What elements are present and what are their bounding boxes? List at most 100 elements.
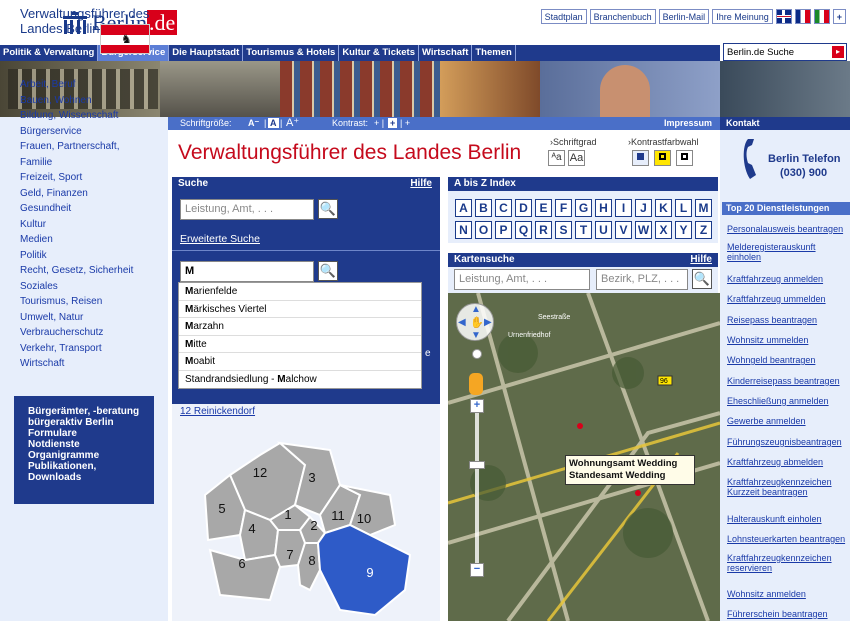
az-letter-y[interactable]: Y [675, 221, 692, 239]
nav-hauptstadt[interactable]: Die Hauptstadt [169, 45, 244, 61]
nav-tourismus[interactable]: Tourismus & Hotels [243, 45, 340, 61]
site-search-go-button[interactable]: ▸ [832, 46, 844, 58]
district-9-shape[interactable] [316, 523, 412, 617]
sidebar-item[interactable]: Bürgerservice [20, 124, 168, 140]
top-service-link[interactable]: Kraftfahrzeug ummelden [727, 294, 826, 304]
pegman-icon[interactable] [469, 373, 483, 395]
az-letter-d[interactable]: D [515, 199, 532, 217]
district-search-button[interactable]: 🔍 [318, 261, 338, 281]
impressum-link[interactable]: Impressum [664, 118, 712, 128]
map-search-button[interactable]: 🔍 [692, 269, 712, 289]
sidebar-item[interactable]: Recht, Gesetz, Sicherheit [20, 263, 168, 279]
top-service-link[interactable]: Halterauskunft einholen [727, 514, 822, 524]
kartensuche-help-link[interactable]: Hilfe [690, 254, 712, 265]
top-service-link[interactable]: Führungszeugnisbeantragen [727, 437, 842, 447]
az-letter-f[interactable]: F [555, 199, 572, 217]
district-search-input[interactable]: M [180, 261, 314, 282]
sidebar-item[interactable]: Medien [20, 232, 168, 248]
az-letter-b[interactable]: B [475, 199, 492, 217]
top-service-link[interactable]: Führerschein beantragen [727, 609, 828, 619]
top-service-link[interactable]: Kinderreisepass beantragen [727, 376, 840, 386]
sidebar-item[interactable]: Frauen, Partnerschaft, [20, 139, 168, 155]
top-service-link[interactable]: Personalausweis beantragen [727, 224, 843, 234]
az-letter-j[interactable]: J [635, 199, 652, 217]
sidebar-item[interactable]: Familie [20, 155, 168, 171]
zoom-slider-handle[interactable] [469, 461, 485, 469]
sidebar-service-item[interactable]: Organigramme [28, 450, 154, 461]
az-letter-k[interactable]: K [655, 199, 672, 217]
sidebar-item[interactable]: Gesundheit [20, 201, 168, 217]
sidebar-item[interactable]: Bauen, Wohnen [20, 93, 168, 109]
top-service-link[interactable]: Melderegisterauskunft einholen [727, 242, 847, 262]
sidebar-service-item[interactable]: Publikationen, [28, 461, 154, 472]
top-service-link[interactable]: Kraftfahrzeugkennzeichen reservieren [727, 553, 847, 573]
top-service-link[interactable]: Wohnsitz anmelden [727, 589, 806, 599]
service-search-input[interactable]: Leistung, Amt, . . . [180, 199, 314, 220]
sidebar-item[interactable]: Freizeit, Sport [20, 170, 168, 186]
zoom-out-button[interactable]: − [470, 563, 484, 577]
sidebar-item[interactable]: Tourismus, Reisen [20, 294, 168, 310]
map-district-input[interactable]: Bezirk, PLZ, . . . [596, 269, 688, 290]
font-large-button[interactable]: Aa [568, 150, 585, 166]
advanced-search-link[interactable]: Erweiterte Suche [180, 233, 260, 245]
sidebar-item[interactable]: Kultur [20, 217, 168, 233]
top-link-berlin-mail[interactable]: Berlin-Mail [658, 9, 710, 24]
az-letter-z[interactable]: Z [695, 221, 712, 239]
az-letter-p[interactable]: P [495, 221, 512, 239]
reset-view-icon[interactable] [472, 349, 482, 359]
map-service-input[interactable]: Leistung, Amt, . . . [454, 269, 590, 290]
top-link-branchenbuch[interactable]: Branchenbuch [589, 9, 656, 24]
top-service-link[interactable]: Lohnsteuerkarten beantragen [727, 534, 845, 544]
berlin-telefon-block[interactable]: Berlin Telefon (030) 900 [740, 137, 841, 193]
pan-left-icon[interactable]: ◀ [458, 317, 466, 328]
az-letter-q[interactable]: Q [515, 221, 532, 239]
italy-flag-icon[interactable] [813, 9, 830, 24]
font-size-large-button[interactable]: A⁺ [286, 116, 299, 129]
autocomplete-item[interactable]: Marzahn [179, 318, 421, 336]
pan-right-icon[interactable]: ▶ [484, 317, 492, 328]
font-size-medium-button[interactable]: A [268, 118, 279, 128]
pan-up-icon[interactable]: ▲ [471, 304, 481, 315]
autocomplete-item[interactable]: Mitte [179, 336, 421, 353]
az-letter-x[interactable]: X [655, 221, 672, 239]
berlin-districts-map[interactable]: 12 3 5 1 11 10 4 2 7 8 6 9 [200, 425, 430, 621]
service-search-button[interactable]: 🔍 [318, 199, 338, 219]
az-letter-m[interactable]: M [695, 199, 712, 217]
sidebar-item[interactable]: Geld, Finanzen [20, 186, 168, 202]
top-service-link[interactable]: Gewerbe anmelden [727, 416, 806, 426]
autocomplete-item[interactable]: Märkisches Viertel [179, 301, 421, 318]
contrast-minus-button[interactable]: | + [400, 118, 410, 128]
nav-wirtschaft[interactable]: Wirtschaft [419, 45, 473, 61]
top-service-link[interactable]: Kraftfahrzeug abmelden [727, 457, 823, 467]
top-service-link[interactable]: Reisepass beantragen [727, 315, 817, 325]
nav-kultur[interactable]: Kultur & Tickets [339, 45, 419, 61]
nav-politik[interactable]: Politik & Verwaltung [0, 45, 99, 61]
az-letter-r[interactable]: R [535, 221, 552, 239]
sidebar-item[interactable]: Soziales [20, 279, 168, 295]
az-letter-u[interactable]: U [595, 221, 612, 239]
sidebar-service-item[interactable]: Notdienste [28, 439, 154, 450]
top-link-stadtplan[interactable]: Stadtplan [540, 9, 587, 24]
sidebar-service-item[interactable]: Bürgerämter, -beratung [28, 406, 154, 417]
sidebar-item[interactable]: Verkehr, Transport [20, 341, 168, 357]
contrast-default-button[interactable]: + [388, 118, 398, 128]
nav-themen[interactable]: Themen [472, 45, 516, 61]
zoom-slider-track[interactable] [475, 413, 479, 563]
sidebar-item[interactable]: Umwelt, Natur [20, 310, 168, 326]
more-languages-button[interactable]: + [832, 9, 846, 24]
az-letter-t[interactable]: T [575, 221, 592, 239]
az-letter-h[interactable]: H [595, 199, 612, 217]
az-letter-l[interactable]: L [675, 199, 692, 217]
az-letter-g[interactable]: G [575, 199, 592, 217]
az-letter-o[interactable]: O [475, 221, 492, 239]
top-link-ihre-meinung[interactable]: Ihre Meinung [712, 9, 773, 24]
sidebar-item[interactable]: Wirtschaft [20, 356, 168, 372]
contrast-yellow-button[interactable] [654, 150, 671, 166]
az-letter-i[interactable]: I [615, 199, 632, 217]
az-letter-s[interactable]: S [555, 221, 572, 239]
autocomplete-item[interactable]: Moabit [179, 353, 421, 371]
sidebar-service-item[interactable]: Formulare [28, 428, 154, 439]
site-search-input[interactable] [724, 44, 828, 60]
pan-down-icon[interactable]: ▼ [471, 330, 481, 341]
top-service-link[interactable]: Kraftfahrzeugkennzeichen Kurzzeit beantr… [727, 477, 847, 497]
